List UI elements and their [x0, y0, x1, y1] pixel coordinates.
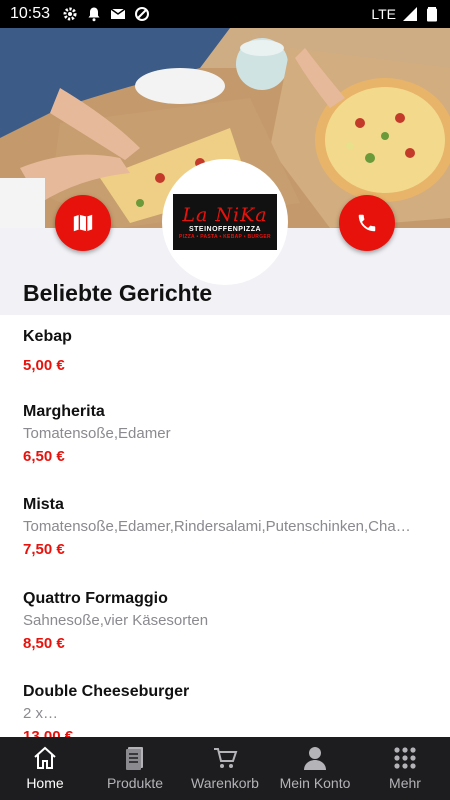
nav-label: Warenkorb — [191, 775, 259, 791]
dish-name: Double Cheeseburger — [23, 683, 190, 700]
nav-item-mehr[interactable]: Mehr — [360, 737, 450, 800]
logo-tagline: PIZZA • PASTA • KEBAP • BURGER — [179, 233, 271, 240]
grid-icon — [394, 747, 416, 769]
nav-item-home[interactable]: Home — [0, 737, 90, 800]
dish-description: Sahnesoße,vier Käsesorten — [23, 612, 209, 629]
list-item[interactable]: Quattro Formaggio Sahnesoße,vier Käsesor… — [23, 589, 428, 654]
signal-icon — [403, 7, 417, 21]
user-icon — [304, 747, 326, 770]
status-bar: 10:53 LTE — [0, 0, 450, 28]
network-type: LTE — [371, 6, 396, 22]
nav-item-warenkorb[interactable]: Warenkorb — [180, 737, 270, 800]
nav-label: Mein Konto — [279, 775, 351, 791]
battery-icon — [427, 7, 437, 22]
data-saver-icon — [135, 7, 150, 21]
dish-list: Kebap 5,00 € Margherita Tomatensoße,Edam… — [0, 315, 450, 737]
mail-icon — [110, 8, 126, 19]
dish-description: Tomatensoße,Edamer,Rindersalami,Putensch… — [23, 518, 411, 535]
status-time: 10:53 — [10, 5, 51, 22]
nav-item-produkte[interactable]: Produkte — [90, 737, 180, 800]
map-button[interactable] — [55, 195, 111, 251]
restaurant-logo: La NiKa STEINOFFENPIZZA PIZZA • PASTA • … — [162, 159, 288, 285]
nav-item-mein-konto[interactable]: Mein Konto — [270, 737, 360, 800]
home-icon — [34, 746, 56, 769]
phone-icon — [358, 214, 376, 232]
nav-label: Produkte — [106, 775, 164, 791]
dish-description: 2 x… — [23, 705, 59, 722]
map-icon — [73, 214, 93, 232]
list-item[interactable]: Mista Tomatensoße,Edamer,Rindersalami,Pu… — [23, 495, 428, 560]
nav-label: Mehr — [389, 775, 421, 791]
dish-price: 8,50 € — [23, 635, 65, 652]
list-item[interactable]: Double Cheeseburger 2 x… 13,00 € — [23, 682, 428, 737]
list-item[interactable]: Kebap 5,00 € — [23, 327, 428, 376]
dish-price: 6,50 € — [23, 448, 65, 465]
menu-card-icon — [126, 747, 143, 770]
cart-icon — [214, 748, 238, 768]
dish-price: 5,00 € — [23, 357, 65, 374]
dish-price: 13,00 € — [23, 728, 74, 737]
call-button[interactable] — [339, 195, 395, 251]
logo-badge: La NiKa STEINOFFENPIZZA PIZZA • PASTA • … — [173, 194, 277, 250]
logo-subtitle: STEINOFFENPIZZA — [188, 225, 262, 233]
bottom-nav: Home Produkte Warenkorb Mein Konto Mehr — [0, 737, 450, 800]
dish-price: 7,50 € — [23, 541, 65, 558]
dish-name: Quattro Formaggio — [23, 590, 168, 607]
dish-name: Mista — [23, 496, 64, 513]
dish-description: Tomatensoße,Edamer — [23, 425, 171, 442]
dish-name: Kebap — [23, 328, 72, 345]
logo-script: La NiKa — [182, 203, 268, 226]
bell-icon — [88, 7, 100, 22]
nav-label: Home — [26, 775, 64, 791]
gear-icon — [63, 7, 77, 21]
list-item[interactable]: Margherita Tomatensoße,Edamer 6,50 € — [23, 402, 428, 467]
dish-name: Margherita — [23, 403, 105, 420]
section-title: Beliebte Gerichte — [23, 280, 213, 306]
